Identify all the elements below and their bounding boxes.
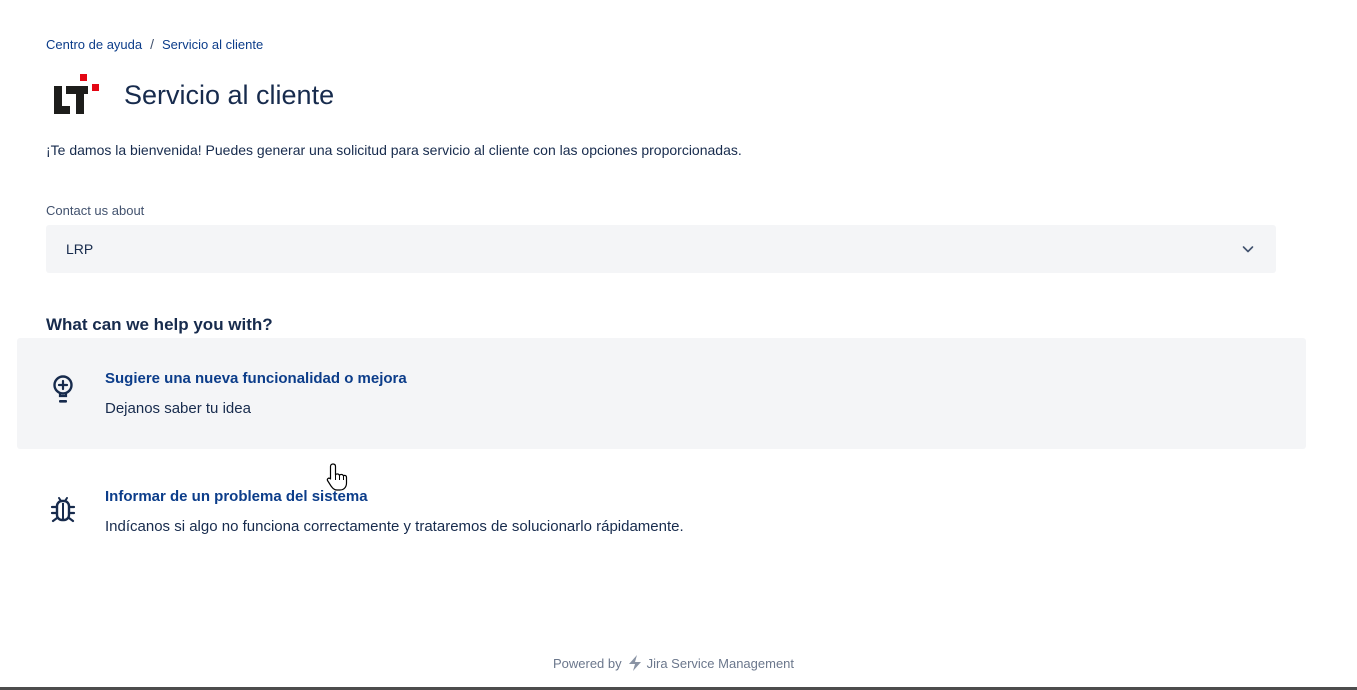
page-title: Servicio al cliente <box>124 79 335 110</box>
select-value: LRP <box>66 241 94 257</box>
breadcrumb-separator: / <box>150 36 155 52</box>
portal-page: Centro de ayuda / Servicio al cliente Se… <box>0 0 1357 690</box>
footer: Powered by Jira Service Management <box>0 654 1347 672</box>
chevron-down-icon <box>1242 246 1254 253</box>
breadcrumb-help-center-link[interactable]: Centro de ayuda <box>46 37 142 52</box>
request-type-suggest-feature[interactable]: Sugiere una nueva funcionalidad o mejora… <box>17 338 1306 449</box>
welcome-message: ¡Te damos la bienvenida! Puedes generar … <box>46 142 742 158</box>
help-heading: What can we help you with? <box>46 315 273 334</box>
breadcrumb: Centro de ayuda / Servicio al cliente <box>46 36 263 52</box>
powered-by-text: Powered by <box>552 655 622 671</box>
bug-icon <box>50 497 76 523</box>
jira-service-management-link[interactable]: Jira Service Management <box>647 656 794 671</box>
portal-header: Servicio al cliente <box>52 72 334 118</box>
lightbulb-icon <box>53 375 73 403</box>
request-type-description: Dejanos saber tu idea <box>105 400 251 417</box>
request-type-report-problem[interactable]: Informar de un problema del sistema Indí… <box>17 458 1306 558</box>
contact-us-about-label: Contact us about <box>46 203 145 218</box>
hand-cursor-icon <box>326 463 348 491</box>
company-logo-icon <box>54 74 99 114</box>
breadcrumb-customer-service-link[interactable]: Servicio al cliente <box>162 37 263 52</box>
jira-service-management-logo-icon <box>628 655 641 671</box>
request-type-title[interactable]: Sugiere una nueva funcionalidad o mejora <box>105 370 407 387</box>
request-type-description: Indícanos si algo no funciona correctame… <box>105 518 684 535</box>
contact-us-about-select[interactable]: LRP <box>46 225 1276 273</box>
